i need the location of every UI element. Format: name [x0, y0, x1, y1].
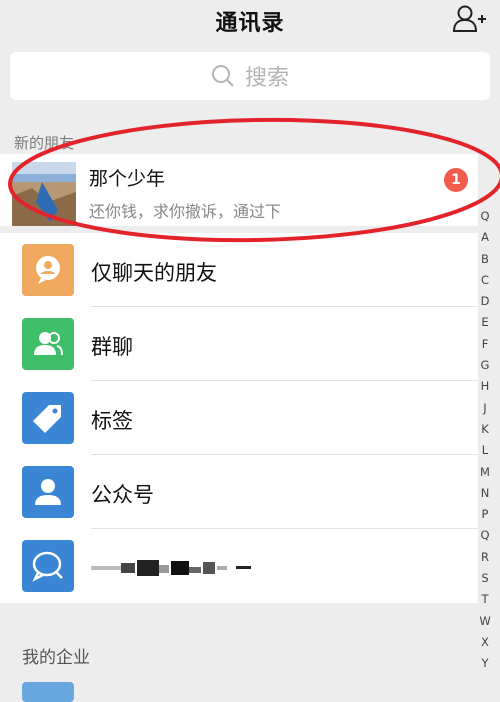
index-letter[interactable]: C	[481, 270, 489, 291]
search-bar[interactable]: 搜索	[10, 52, 490, 100]
new-friends-section-label: 新的朋友	[14, 134, 75, 152]
index-letter[interactable]: P	[482, 504, 489, 525]
index-letter[interactable]: Q	[480, 525, 489, 546]
chat-friend-icon	[22, 244, 74, 296]
header-bar: 通讯录	[0, 0, 500, 40]
enterprise-icon[interactable]	[22, 682, 74, 702]
menu-item-label: 群聊	[91, 335, 133, 359]
friend-message: 还你钱，求你撤诉，通过下	[89, 202, 282, 221]
new-friend-request-row[interactable]: 那个少年 还你钱，求你撤诉，通过下 1	[0, 154, 478, 226]
index-letter[interactable]: Q	[480, 206, 489, 227]
menu-item-official-accounts[interactable]: 公众号	[0, 455, 478, 529]
index-letter[interactable]: G	[481, 355, 490, 376]
index-letter[interactable]: K	[481, 419, 489, 440]
index-letter[interactable]: E	[481, 312, 488, 333]
my-company-section-label: 我的企业	[22, 648, 90, 668]
index-letter[interactable]: R	[481, 547, 489, 568]
index-letter[interactable]: A	[481, 227, 489, 248]
index-letter[interactable]: T	[481, 589, 488, 610]
menu-item-tags[interactable]: 标签	[0, 381, 478, 455]
index-letter[interactable]: N	[481, 483, 490, 504]
tag-icon	[22, 392, 74, 444]
search-icon	[211, 65, 234, 87]
unread-badge: 1	[444, 168, 468, 192]
index-letter[interactable]: D	[481, 291, 490, 312]
index-letter[interactable]: Y	[481, 653, 488, 674]
index-letter[interactable]: S	[481, 568, 488, 589]
index-letter[interactable]: H	[481, 376, 490, 397]
menu-item-group-chat[interactable]: 群聊	[0, 307, 478, 381]
friend-name: 那个少年	[89, 168, 166, 190]
index-letter[interactable]: M	[480, 462, 490, 483]
menu-item-chat-only-friends[interactable]: 仅聊天的朋友	[0, 233, 478, 307]
index-letter[interactable]: B	[481, 249, 489, 270]
group-chat-icon	[22, 318, 74, 370]
menu-item-label: 公众号	[91, 483, 154, 507]
index-letter[interactable]: W	[479, 611, 490, 632]
add-contact-icon[interactable]	[452, 4, 486, 34]
index-letter[interactable]: J	[483, 398, 486, 419]
index-letter[interactable]: L	[482, 440, 488, 461]
friend-avatar	[12, 162, 76, 226]
search-placeholder: 搜索	[244, 66, 289, 91]
redacted-label	[91, 560, 251, 576]
page-title: 通讯录	[215, 11, 285, 36]
alphabet-index-bar[interactable]: QABCDEFGHJKLMNPQRSTWXY	[476, 206, 494, 675]
official-account-icon	[22, 466, 74, 518]
menu-item-label: 仅聊天的朋友	[91, 261, 217, 285]
menu-item-label: 标签	[91, 409, 133, 433]
contacts-menu-list: 仅聊天的朋友 群聊 标签 公众号	[0, 233, 478, 603]
index-letter[interactable]: F	[482, 334, 489, 355]
enterprise-chat-icon	[22, 540, 74, 592]
index-letter[interactable]: X	[481, 632, 489, 653]
